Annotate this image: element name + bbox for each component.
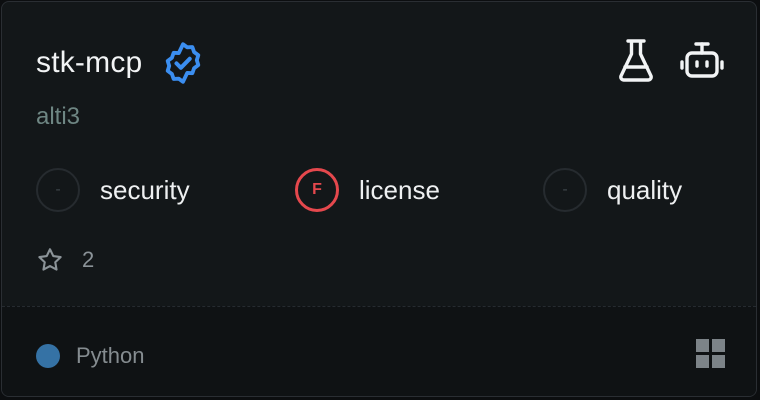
author-name[interactable]: alti3 — [36, 103, 80, 131]
windows-icon — [696, 339, 726, 369]
verified-badge-icon — [166, 42, 201, 84]
language: Python — [36, 343, 145, 369]
flask-icon[interactable] — [614, 38, 658, 82]
score-label: security — [100, 174, 190, 205]
title-row: stk-mcp — [36, 40, 206, 86]
score-security[interactable]: - security — [36, 166, 190, 214]
score-license[interactable]: F license — [295, 166, 440, 214]
star-count-value: 2 — [82, 247, 95, 272]
card-footer: Python — [2, 306, 756, 396]
robot-icon[interactable] — [680, 38, 724, 82]
score-label: quality — [607, 174, 683, 205]
score-quality[interactable]: - quality — [543, 166, 682, 214]
server-card[interactable]: stk-mcp alti3 - security F license - qua… — [1, 1, 757, 397]
score-badge: F — [295, 168, 339, 212]
language-name: Python — [76, 343, 145, 368]
score-badge: - — [36, 168, 80, 212]
star-count[interactable]: 2 — [36, 246, 94, 274]
language-color-dot — [36, 344, 60, 368]
score-row: - security F license - quality — [36, 166, 736, 214]
score-badge: - — [543, 168, 587, 212]
top-icons — [614, 38, 724, 82]
star-icon — [38, 248, 62, 271]
server-name[interactable]: stk-mcp — [36, 46, 142, 80]
score-label: license — [359, 174, 440, 205]
